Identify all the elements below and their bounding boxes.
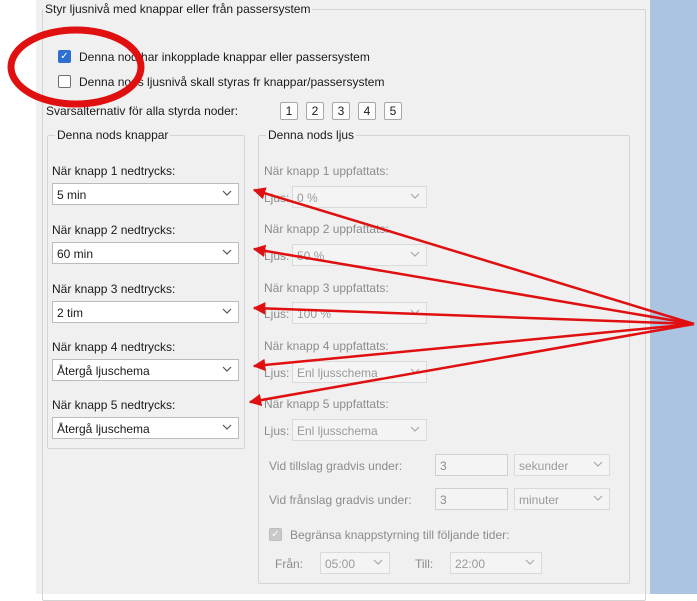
fade-off-input[interactable]: 3 [435, 488, 508, 510]
light-2-level-select[interactable]: 50 % [292, 244, 427, 266]
light-3-level-select[interactable]: 100 % [292, 302, 427, 324]
button-3-action-select[interactable]: 2 tim [52, 301, 239, 323]
fade-off-unit-select[interactable]: minuter [514, 488, 610, 510]
number-button-2[interactable]: 2 [306, 102, 324, 120]
to-time-select[interactable]: 22:00 [450, 552, 542, 574]
button-5-action-select[interactable]: Återgå ljuschema [52, 417, 239, 439]
chevron-down-icon [410, 426, 420, 432]
chevron-down-icon [222, 308, 232, 314]
button-4-action-select[interactable]: Återgå ljuschema [52, 359, 239, 381]
fade-on-value: 3 [440, 459, 447, 473]
button-5-action-value: Återgå ljuschema [57, 422, 150, 436]
fade-on-input[interactable]: 3 [435, 454, 508, 476]
light-4-label: När knapp 4 uppfattats: [264, 339, 389, 353]
button-5-label: När knapp 5 nedtrycks: [52, 398, 176, 412]
node-buttons-title: Denna nods knappar [55, 128, 171, 142]
light-level-label: Denna nods ljusnivå skall styras fr knap… [79, 75, 385, 89]
chevron-down-icon [222, 249, 232, 255]
button-4-action-value: Återgå ljuschema [57, 364, 150, 378]
check-icon: ✓ [271, 529, 280, 540]
fade-off-label: Vid frånslag gradvis under: [269, 493, 412, 507]
to-time-value: 22:00 [455, 557, 486, 571]
light-1-label: När knapp 1 uppfattats: [264, 164, 389, 178]
left-strip [0, 0, 36, 594]
button-1-label: När knapp 1 nedtrycks: [52, 164, 176, 178]
light-1-prefix: Ljus: [264, 191, 290, 205]
fade-on-label: Vid tillslag gradvis under: [269, 459, 403, 473]
number-button-4[interactable]: 4 [358, 102, 376, 120]
light-4-level-select[interactable]: Enl ljusschema [292, 361, 427, 383]
button-2-action-select[interactable]: 60 min [52, 242, 239, 264]
light-2-label: När knapp 2 uppfattats: [264, 222, 389, 236]
node-light-title: Denna nods ljus [266, 128, 357, 142]
light-3-prefix: Ljus: [264, 307, 290, 321]
light-5-prefix: Ljus: [264, 424, 290, 438]
outer-group-title: Styr ljusnivå med knappar eller från pas… [43, 2, 313, 16]
button-1-action-select[interactable]: 5 min [52, 183, 239, 205]
button-1-action-value: 5 min [57, 188, 87, 202]
number-button-3[interactable]: 3 [332, 102, 350, 120]
light-level-checkbox[interactable] [58, 75, 71, 88]
chevron-down-icon [593, 495, 603, 501]
fade-off-unit-value: minuter [519, 493, 560, 507]
from-label: Från: [275, 557, 304, 571]
button-2-label: När knapp 2 nedtrycks: [52, 223, 176, 237]
light-3-level-value: 100 % [297, 307, 332, 321]
from-time-value: 05:00 [325, 557, 356, 571]
light-4-level-value: Enl ljusschema [297, 366, 378, 380]
chevron-down-icon [373, 559, 383, 565]
chevron-down-icon [410, 368, 420, 374]
light-5-level-select[interactable]: Enl ljusschema [292, 419, 427, 441]
chevron-down-icon [525, 559, 535, 565]
light-4-prefix: Ljus: [264, 366, 290, 380]
chevron-down-icon [222, 190, 232, 196]
button-3-action-value: 2 tim [57, 306, 84, 320]
light-2-prefix: Ljus: [264, 249, 290, 263]
button-3-label: När knapp 3 nedtrycks: [52, 282, 176, 296]
light-2-level-value: 50 % [297, 249, 325, 263]
has-buttons-checkbox[interactable]: ✓ [58, 50, 71, 63]
button-2-action-value: 60 min [57, 247, 94, 261]
check-icon: ✓ [60, 51, 69, 62]
fade-off-value: 3 [440, 493, 447, 507]
number-button-5[interactable]: 5 [384, 102, 402, 120]
number-button-1[interactable]: 1 [280, 102, 298, 120]
to-label: Till: [415, 557, 434, 571]
limit-times-checkbox[interactable]: ✓ [269, 528, 282, 541]
light-5-label: När knapp 5 uppfattats: [264, 397, 389, 411]
chevron-down-icon [222, 424, 232, 430]
chevron-down-icon [593, 461, 603, 467]
chevron-down-icon [222, 366, 232, 372]
settings-panel: Styr ljusnivå med knappar eller från pas… [36, 0, 650, 601]
button-numbers-label: Svarsalternativ för alla styrda noder: [46, 104, 239, 118]
light-3-label: När knapp 3 uppfattats: [264, 281, 389, 295]
light-5-level-value: Enl ljusschema [297, 424, 378, 438]
from-time-select[interactable]: 05:00 [320, 552, 390, 574]
fade-on-unit-select[interactable]: sekunder [514, 454, 610, 476]
limit-times-label: Begränsa knappstyrning till följande tid… [290, 528, 510, 542]
light-1-level-select[interactable]: 0 % [292, 186, 427, 208]
right-strip [650, 0, 697, 594]
chevron-down-icon [410, 309, 420, 315]
chevron-down-icon [410, 193, 420, 199]
chevron-down-icon [410, 251, 420, 257]
button-4-label: När knapp 4 nedtrycks: [52, 340, 176, 354]
has-buttons-label: Denna nod har inkopplade knappar eller p… [79, 50, 370, 64]
fade-on-unit-value: sekunder [519, 459, 569, 473]
light-1-level-value: 0 % [297, 191, 318, 205]
